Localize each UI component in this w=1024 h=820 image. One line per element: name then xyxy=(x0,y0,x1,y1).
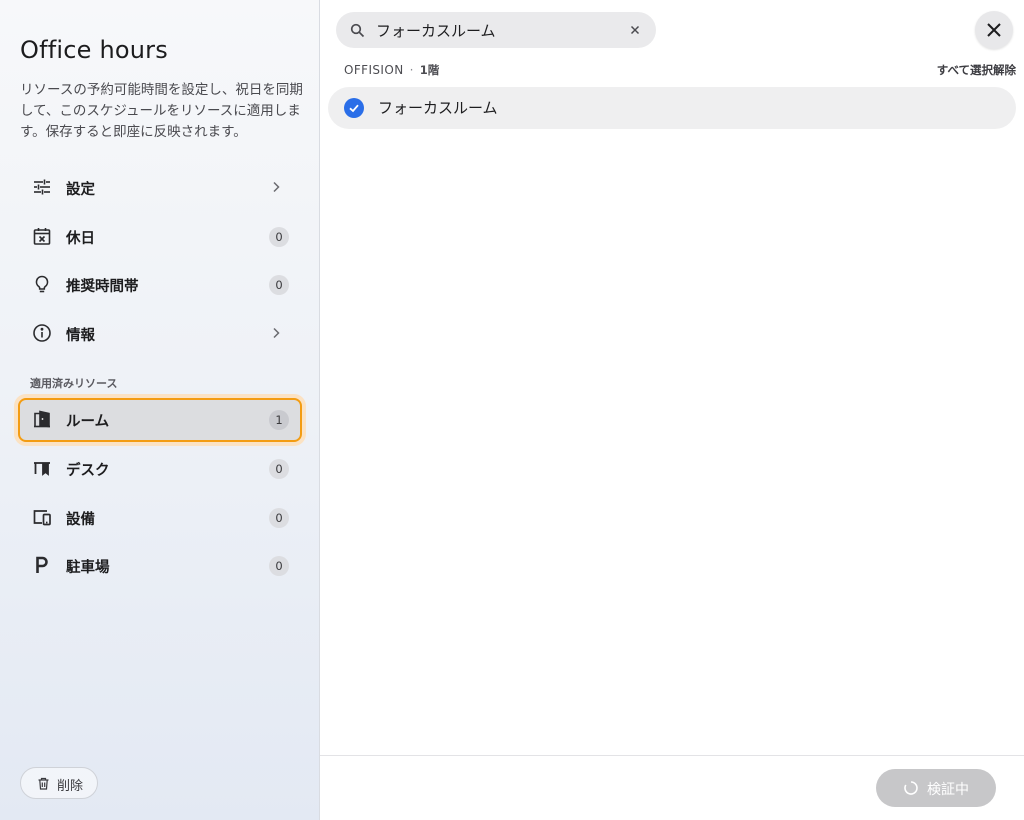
page-description: リソースの予約可能時間を設定し、祝日を同期して、このスケジュールをリソースに適用… xyxy=(20,82,303,140)
sidebar-item-label: 休日 xyxy=(66,231,95,247)
floor-name: 1階 xyxy=(419,63,440,77)
count-badge: 0 xyxy=(269,556,289,576)
trash-icon xyxy=(37,777,50,790)
result-label: フォーカスルーム xyxy=(378,99,498,117)
sidebar-item-label: 設定 xyxy=(66,182,95,198)
sidebar-item-rooms[interactable]: ルーム 1 xyxy=(18,398,302,442)
devices-icon xyxy=(32,507,52,527)
room-door-icon xyxy=(32,409,52,429)
building-name: OFFISION xyxy=(344,63,404,77)
desk-icon xyxy=(32,458,52,478)
sidebar: Office hours リソースの予約可能時間を設定し、祝日を同期して、このス… xyxy=(0,0,320,820)
sidebar-item-label: 情報 xyxy=(66,328,95,344)
verify-button[interactable]: 検証中 xyxy=(876,769,996,807)
sidebar-item-parking[interactable]: 駐車場 0 xyxy=(18,544,302,588)
sidebar-item-label: デスク xyxy=(66,463,110,479)
lightbulb-icon xyxy=(32,274,52,294)
sidebar-item-holidays[interactable]: 休日 0 xyxy=(18,215,302,259)
search-icon xyxy=(350,23,365,38)
chevron-right-icon xyxy=(268,179,284,195)
count-badge: 0 xyxy=(269,227,289,247)
page-title: Office hours xyxy=(20,36,168,64)
search-input[interactable] xyxy=(376,18,616,42)
result-group-header: OFFISION · 1階 xyxy=(344,62,439,78)
calendar-x-icon xyxy=(32,226,52,246)
result-row[interactable]: フォーカスルーム xyxy=(328,87,1016,129)
search-box[interactable] xyxy=(336,12,656,48)
sidebar-item-info[interactable]: 情報 xyxy=(18,312,302,356)
count-badge: 1 xyxy=(269,410,289,430)
verify-button-label: 検証中 xyxy=(927,782,969,798)
sidebar-item-label: 推奨時間帯 xyxy=(66,279,139,295)
sidebar-item-label: 駐車場 xyxy=(66,560,110,576)
sliders-icon xyxy=(32,177,52,197)
count-badge: 0 xyxy=(269,508,289,528)
parking-icon xyxy=(32,555,52,575)
chevron-right-icon xyxy=(268,325,284,341)
dialog-footer: 検証中 xyxy=(320,755,1024,820)
section-label-applied-resources: 適用済みリソース xyxy=(30,377,118,390)
count-badge: 0 xyxy=(269,275,289,295)
sidebar-item-desks[interactable]: デスク 0 xyxy=(18,447,302,491)
sidebar-item-label: 設備 xyxy=(66,512,95,528)
count-badge: 0 xyxy=(269,459,289,479)
sidebar-item-settings[interactable]: 設定 xyxy=(18,166,302,210)
clear-search-icon[interactable] xyxy=(628,23,642,37)
loading-spinner-icon xyxy=(903,780,919,796)
office-hours-dialog: Office hours リソースの予約可能時間を設定し、祝日を同期して、このス… xyxy=(0,0,1024,820)
close-button[interactable] xyxy=(975,11,1013,49)
group-separator: · xyxy=(409,63,414,77)
delete-button[interactable]: 削除 xyxy=(20,767,98,799)
info-icon xyxy=(32,323,52,343)
delete-button-label: 削除 xyxy=(57,779,84,794)
checked-icon[interactable] xyxy=(344,98,364,118)
close-icon xyxy=(987,23,1001,37)
sidebar-item-label: ルーム xyxy=(66,414,110,430)
sidebar-item-recommended-hours[interactable]: 推奨時間帯 0 xyxy=(18,263,302,307)
deselect-all-link[interactable]: すべて選択解除 xyxy=(937,62,1016,78)
sidebar-item-equipment[interactable]: 設備 0 xyxy=(18,496,302,540)
